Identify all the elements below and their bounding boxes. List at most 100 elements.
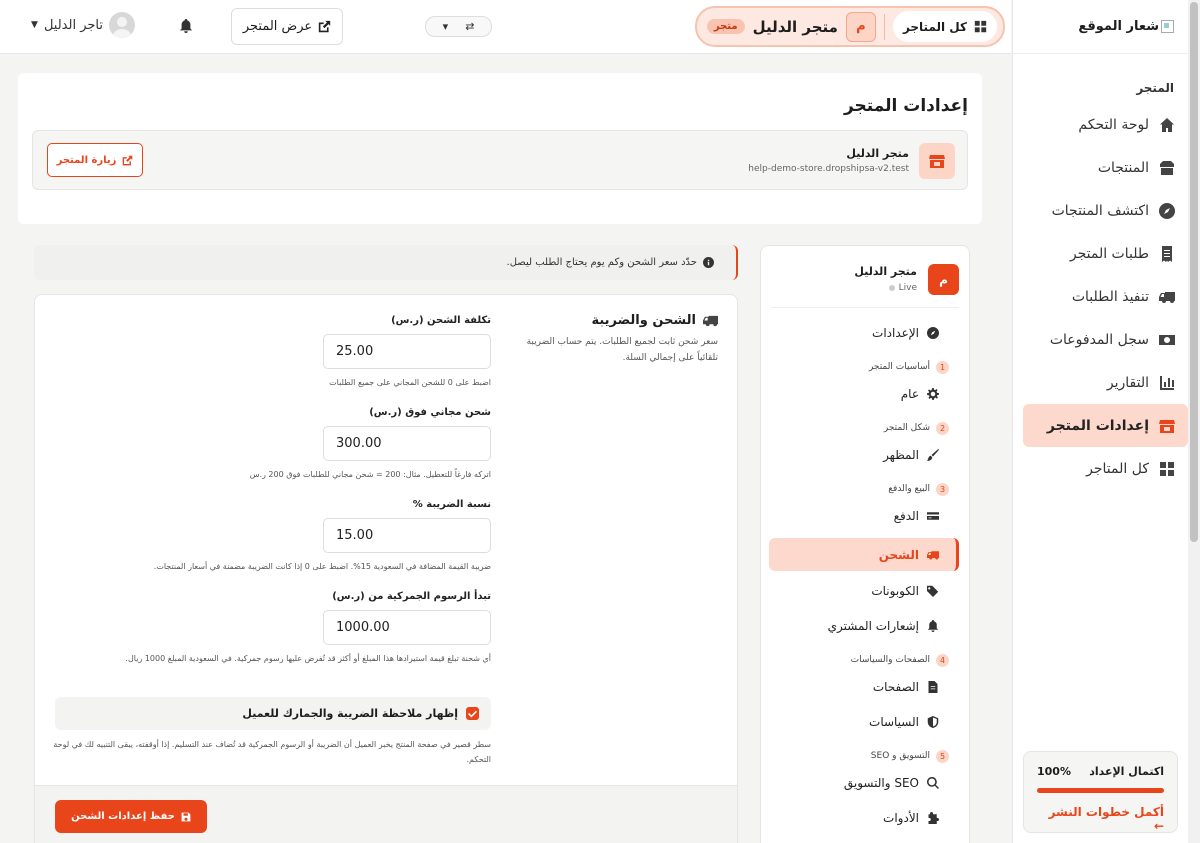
sidebar-section-title: المتجر — [1136, 81, 1174, 95]
user-menu[interactable]: تاجر الدليل ▼ — [31, 12, 135, 38]
store-switcher[interactable]: كل المتاجر م متجر الدليل متجر — [695, 6, 1005, 47]
all-stores-button[interactable]: كل المتاجر — [892, 11, 997, 42]
settings-nav-pages[interactable]: الصفحات — [769, 670, 959, 703]
progress-bar — [1037, 788, 1164, 793]
settings-nav-coupons[interactable]: الكوبونات — [769, 574, 959, 607]
complete-publishing-link[interactable]: أكمل خطوات النشر ← — [1037, 805, 1164, 833]
sidebar-item-label: إعدادات المتجر — [1046, 417, 1149, 434]
settings-nav-label: الأدوات — [883, 810, 919, 825]
sidebar-item-payments-log[interactable]: سجل المدفوعات — [1023, 318, 1188, 361]
settings-nav-overview[interactable]: الإعدادات — [769, 316, 959, 349]
store-icon-box — [919, 143, 955, 179]
group-title: البيع والدفع — [888, 484, 930, 494]
visit-store-button[interactable]: زيارة المتجر — [47, 143, 143, 177]
settings-nav-label: السياسات — [869, 714, 919, 729]
store-switch-select[interactable]: ⇄ ▾ — [425, 16, 492, 37]
free-shipping-threshold-input[interactable] — [323, 426, 491, 461]
grid-icon — [974, 20, 987, 33]
external-link-icon — [319, 20, 331, 33]
settings-nav-label: الإعدادات — [872, 325, 919, 340]
settings-nav-general[interactable]: عام — [769, 377, 959, 410]
sidebar-item-label: لوحة التحكم — [1078, 116, 1149, 133]
tags-icon — [927, 585, 939, 597]
settings-nav-shipping[interactable]: الشحن — [769, 538, 959, 571]
settings-nav-buyer-notifications[interactable]: إشعارات المشتري — [769, 609, 959, 642]
sidebar-item-store-settings[interactable]: إعدادات المتجر — [1023, 404, 1188, 447]
field-label: شحن مجاني فوق (ر.س) — [369, 407, 491, 418]
step-number: 5 — [936, 749, 949, 763]
field-label: تبدأ الرسوم الجمركية من (ر.س) — [332, 591, 491, 602]
info-icon — [703, 257, 714, 268]
avatar — [109, 12, 135, 38]
sidebar-item-fulfillment[interactable]: تنفيذ الطلبات — [1023, 275, 1188, 318]
store-badge: متجر — [706, 19, 745, 34]
group-title: شكل المتجر — [883, 423, 930, 433]
settings-nav-appearance[interactable]: المظهر — [769, 438, 959, 471]
page-scrollbar[interactable] — [1188, 0, 1200, 843]
settings-nav-seo[interactable]: SEO والتسويق — [769, 766, 959, 799]
settings-nav-label: الدفع — [893, 508, 919, 523]
toggle-label: إظهار ملاحظة الضريبة والجمارك للعميل — [242, 707, 458, 720]
logo-text: شعار الموقع — [1078, 19, 1159, 34]
store-status: Live — [888, 283, 917, 293]
search-icon — [927, 776, 939, 789]
settings-nav-card: م متجر الدليل Live الإعدادات 1 أساسيات ال… — [760, 245, 970, 843]
shipping-cost-input[interactable] — [323, 334, 491, 369]
sidebar-item-label: سجل المدفوعات — [1049, 331, 1149, 348]
settings-nav-label: إشعارات المشتري — [827, 618, 919, 633]
external-link-icon — [123, 155, 133, 165]
save-shipping-button[interactable]: حفظ إعدادات الشحن — [55, 800, 207, 833]
settings-nav-label: الكوبونات — [871, 583, 919, 598]
checkbox-checked[interactable] — [466, 707, 479, 720]
site-logo[interactable]: شعار الموقع — [1013, 0, 1188, 54]
view-store-label: عرض المتجر — [242, 19, 313, 34]
settings-store-header: م متجر الدليل Live — [771, 246, 959, 308]
customs-threshold-input[interactable] — [323, 610, 491, 645]
store-avatar: م — [928, 264, 959, 295]
store-status-label: Live — [898, 283, 917, 293]
settings-nav-tools[interactable]: الأدوات — [769, 801, 959, 834]
settings-nav-label: عام — [900, 386, 919, 401]
page-title: إعدادات المتجر — [843, 96, 968, 116]
truck-icon — [1159, 291, 1175, 303]
group-title: أساسيات المتجر — [868, 362, 930, 372]
tax-rate-input[interactable] — [323, 518, 491, 553]
top-bar: كل المتاجر م متجر الدليل متجر ⇄ ▾ عرض ال… — [0, 0, 1011, 54]
setup-progress-card: اكتمال الإعداد 100% أكمل خطوات النشر ← — [1023, 751, 1178, 833]
sidebar-item-label: طلبات المتجر — [1069, 245, 1149, 262]
status-dot-icon — [888, 285, 895, 291]
truck-icon — [927, 550, 939, 559]
chevron-down-icon: ▾ — [442, 20, 449, 33]
tax-customs-note-toggle[interactable]: إظهار ملاحظة الضريبة والجمارك للعميل — [55, 697, 491, 730]
sidebar-item-label: كل المتاجر — [1086, 460, 1149, 477]
sidebar-item-orders[interactable]: طلبات المتجر — [1023, 232, 1188, 275]
notifications-button[interactable] — [179, 19, 193, 33]
sidebar-item-discover[interactable]: اكتشف المنتجات — [1023, 189, 1188, 232]
toggle-hint: سطر قصير في صفحة المنتج يخبر العميل أن ا… — [53, 740, 491, 764]
step-number: 2 — [936, 421, 949, 435]
settings-nav-label: SEO والتسويق — [843, 775, 919, 790]
sidebar-item-dashboard[interactable]: لوحة التحكم — [1023, 103, 1188, 146]
tax-rate-field: نسبة الضريبة % ضريبة القيمة المضافة في ا… — [51, 499, 491, 574]
sidebar-item-all-stores[interactable]: كل المتاجر — [1023, 447, 1188, 490]
step-number: 4 — [936, 653, 949, 667]
field-hint: اضبط على 0 للشحن المجاني على جميع الطلبا… — [329, 378, 491, 387]
section-description: سعر شحن ثابت لجميع الطلبات. يتم حساب الض… — [526, 337, 718, 363]
store-info-name: متجر الدليل — [846, 147, 909, 160]
settings-group-header: 5 التسويق و SEO — [761, 746, 969, 766]
settings-nav-payment[interactable]: الدفع — [769, 499, 959, 532]
puzzle-icon — [928, 811, 939, 824]
chart-icon — [1160, 375, 1174, 390]
free-shipping-field: شحن مجاني فوق (ر.س) اتركه فارغاً للتعطيل… — [51, 407, 491, 482]
sidebar-item-products[interactable]: المنتجات — [1023, 146, 1188, 189]
view-store-button[interactable]: عرض المتجر — [231, 8, 343, 45]
field-label: تكلفة الشحن (ر.س) — [391, 315, 491, 326]
sidebar-item-reports[interactable]: التقارير — [1023, 361, 1188, 404]
scrollbar-thumb[interactable] — [1190, 2, 1198, 542]
bell-icon — [927, 619, 939, 632]
field-hint: أي شحنة تبلغ قيمة استيرادها هذا المبلغ أ… — [125, 654, 491, 663]
store-icon — [929, 155, 945, 168]
settings-nav-policies[interactable]: السياسات — [769, 705, 959, 738]
info-banner-text: حدّد سعر الشحن وكم يوم يحتاج الطلب ليصل. — [506, 257, 697, 268]
store-info-bar: متجر الدليل help-demo-store.dropshipsa-v… — [32, 130, 968, 190]
